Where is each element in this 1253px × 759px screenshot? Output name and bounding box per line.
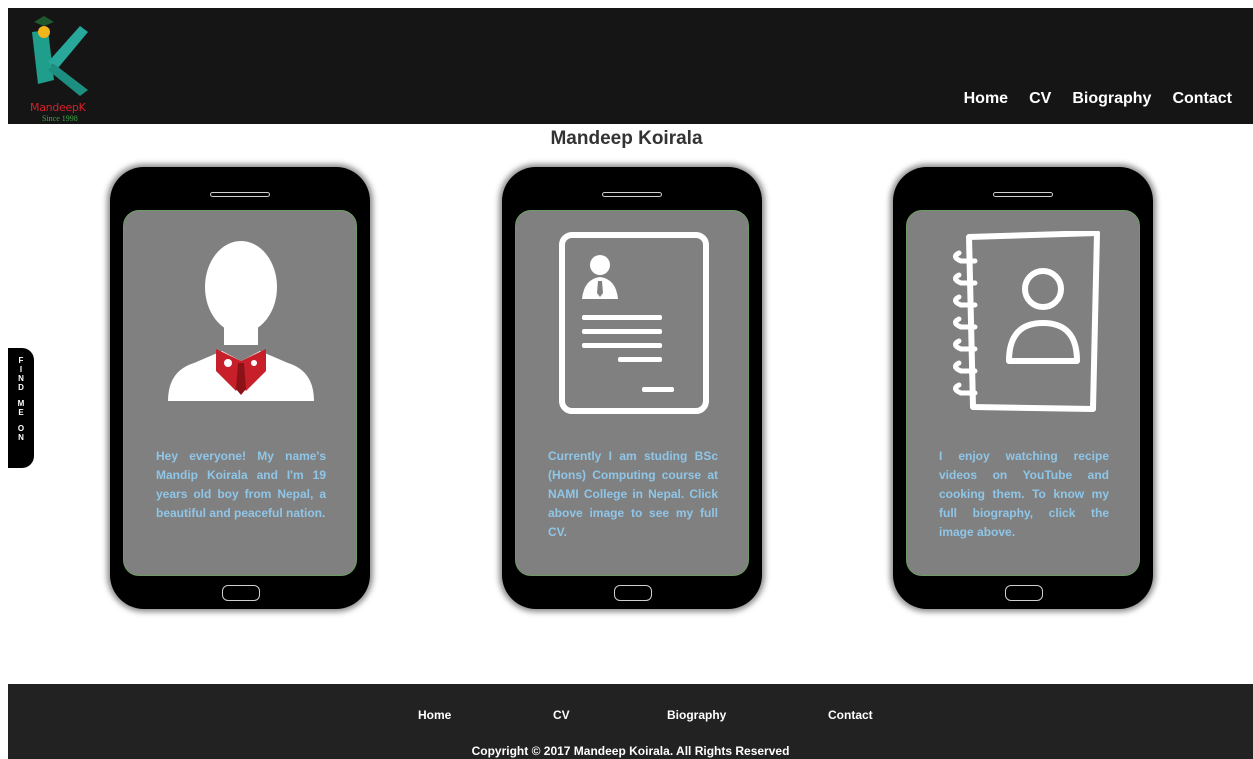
footer-home-link[interactable]: Home xyxy=(418,708,451,722)
find-me-on-tab[interactable]: F I N D M E O N xyxy=(8,348,34,468)
biography-text: I enjoy watching recipe videos on YouTub… xyxy=(939,449,1109,539)
phone-speaker xyxy=(993,192,1053,197)
logo-name: MandeepK xyxy=(30,101,86,114)
resume-document-icon[interactable] xyxy=(546,231,720,421)
footer: Home CV Biography Contact Copyright © 20… xyxy=(8,684,1253,759)
nav-cv-link[interactable]: CV xyxy=(1029,90,1051,108)
side-tab-letter: F xyxy=(18,356,24,365)
page-title: Mandeep Koirala xyxy=(550,128,703,149)
cv-card[interactable]: Currently I am studing BSc (Hons) Comput… xyxy=(502,167,762,609)
side-tab-letter: O xyxy=(17,424,25,433)
footer-cv-link[interactable]: CV xyxy=(553,708,570,722)
contact-book-icon[interactable] xyxy=(937,231,1111,421)
about-card[interactable]: Hey everyone! My name's Mandip Koirala a… xyxy=(110,167,370,609)
person-suit-icon[interactable] xyxy=(154,231,328,421)
phone-home-button xyxy=(222,585,260,601)
phone-screen: I enjoy watching recipe videos on YouTub… xyxy=(906,210,1140,576)
phone-home-button xyxy=(1005,585,1043,601)
header: MandeepK Since 1998 Home CV Biography Co… xyxy=(8,8,1253,124)
main-nav: Home CV Biography Contact xyxy=(964,90,1232,108)
side-tab-letter: N xyxy=(18,433,24,442)
phone-screen: Hey everyone! My name's Mandip Koirala a… xyxy=(123,210,357,576)
side-tab-letter: N xyxy=(18,374,24,383)
phone-home-button xyxy=(614,585,652,601)
biography-card[interactable]: I enjoy watching recipe videos on YouTub… xyxy=(893,167,1153,609)
side-tab-letter: M xyxy=(17,399,25,408)
cv-text: Currently I am studing BSc (Hons) Comput… xyxy=(548,449,718,539)
nav-home-link[interactable]: Home xyxy=(964,90,1008,108)
side-tab-letter: E xyxy=(18,408,24,417)
logo-since: Since 1998 xyxy=(42,114,78,123)
nav-biography-link[interactable]: Biography xyxy=(1072,90,1151,108)
logo-k-icon xyxy=(32,16,88,96)
nav-contact-link[interactable]: Contact xyxy=(1172,90,1232,108)
phone-speaker xyxy=(602,192,662,197)
footer-biography-link[interactable]: Biography xyxy=(667,708,726,722)
footer-contact-link[interactable]: Contact xyxy=(828,708,873,722)
about-text: Hey everyone! My name's Mandip Koirala a… xyxy=(156,449,326,520)
side-tab-letter: I xyxy=(19,365,23,374)
side-tab-letter: D xyxy=(18,383,24,392)
phone-screen: Currently I am studing BSc (Hons) Comput… xyxy=(515,210,749,576)
site-logo[interactable]: MandeepK Since 1998 xyxy=(18,12,98,124)
phone-speaker xyxy=(210,192,270,197)
copyright-text: Copyright © 2017 Mandeep Koirala. All Ri… xyxy=(471,744,790,758)
